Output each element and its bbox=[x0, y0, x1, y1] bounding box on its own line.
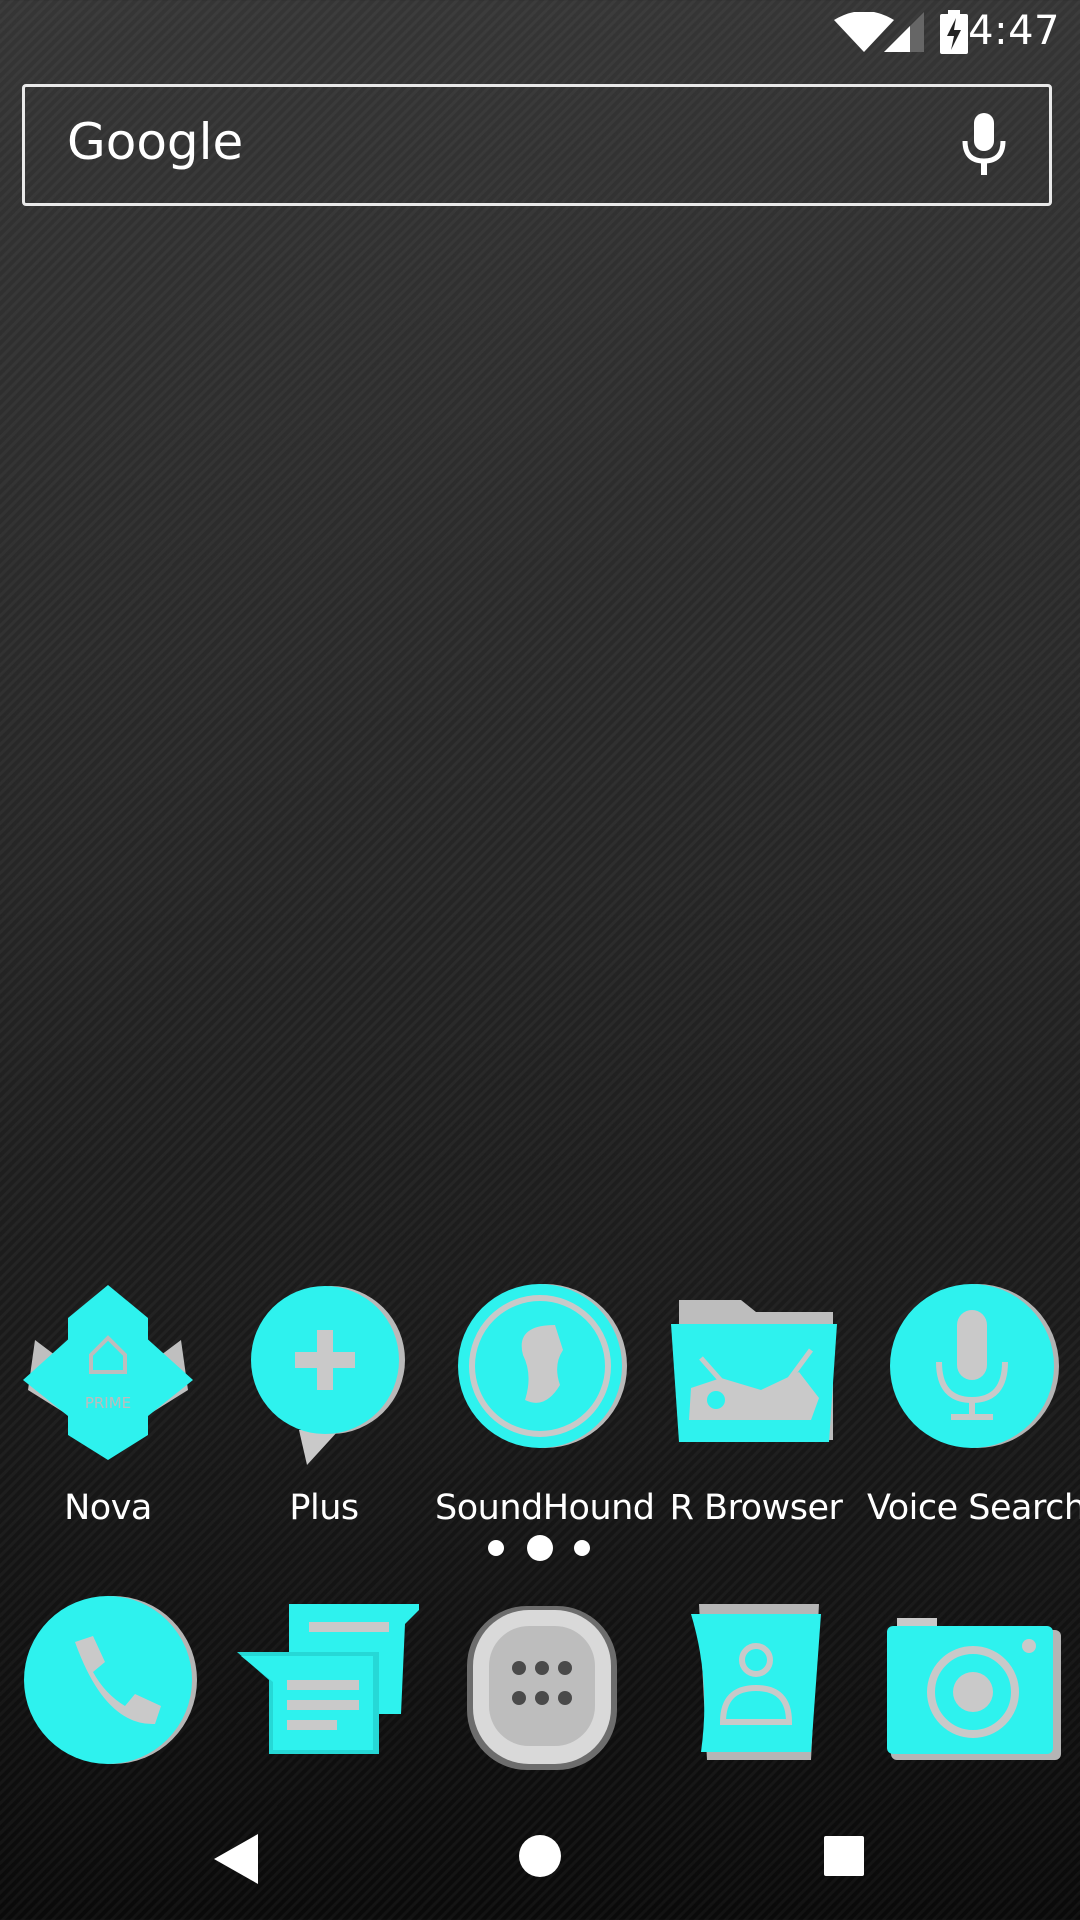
app-label: Plus bbox=[289, 1488, 359, 1528]
messages-icon bbox=[237, 1604, 425, 1754]
clock: 4:47 bbox=[968, 8, 1060, 54]
dock-app-drawer[interactable] bbox=[435, 1590, 645, 1780]
plus-bubble-icon bbox=[251, 1286, 405, 1465]
page-dot-current[interactable] bbox=[527, 1535, 553, 1561]
app-voice-search[interactable]: Voice Search bbox=[867, 1280, 1080, 1528]
app-nova[interactable]: PRIME Nova bbox=[3, 1280, 213, 1528]
navigation-bar bbox=[0, 1780, 1080, 1920]
page-indicator bbox=[488, 1530, 592, 1566]
dock-messages[interactable] bbox=[219, 1590, 429, 1780]
contacts-icon bbox=[691, 1604, 821, 1760]
nova-prime-icon: PRIME bbox=[23, 1285, 193, 1460]
soundhound-icon bbox=[458, 1284, 627, 1448]
app-label: Voice Search bbox=[867, 1488, 1080, 1528]
app-plus[interactable]: Plus bbox=[219, 1280, 429, 1528]
app-label: R Browser bbox=[669, 1488, 843, 1528]
app-r-browser[interactable]: R Browser bbox=[651, 1280, 861, 1528]
dock-camera[interactable] bbox=[867, 1590, 1077, 1780]
page-dot[interactable] bbox=[574, 1540, 590, 1556]
app-label: Nova bbox=[64, 1488, 152, 1528]
dock-phone[interactable] bbox=[3, 1590, 213, 1780]
app-soundhound[interactable]: SoundHound bbox=[435, 1280, 655, 1528]
app-label: SoundHound bbox=[435, 1488, 655, 1528]
recents-icon[interactable] bbox=[824, 1836, 864, 1876]
cell-signal-icon bbox=[884, 12, 924, 52]
camera-icon bbox=[887, 1618, 1061, 1760]
google-logo: Google bbox=[67, 113, 244, 171]
home-icon[interactable] bbox=[518, 1834, 562, 1878]
back-icon[interactable] bbox=[214, 1834, 258, 1884]
battery-charging-icon bbox=[940, 10, 968, 54]
dock-contacts[interactable] bbox=[651, 1590, 861, 1780]
svg-text:PRIME: PRIME bbox=[85, 1394, 131, 1412]
app-drawer-icon bbox=[467, 1606, 617, 1770]
microphone-icon bbox=[890, 1284, 1059, 1448]
phone-icon bbox=[24, 1596, 197, 1764]
status-bar: 4:47 bbox=[0, 0, 1080, 64]
folder-icon bbox=[671, 1300, 837, 1442]
microphone-icon[interactable] bbox=[959, 113, 1009, 175]
page-dot[interactable] bbox=[488, 1540, 504, 1556]
google-search-bar[interactable]: Google bbox=[22, 84, 1052, 206]
